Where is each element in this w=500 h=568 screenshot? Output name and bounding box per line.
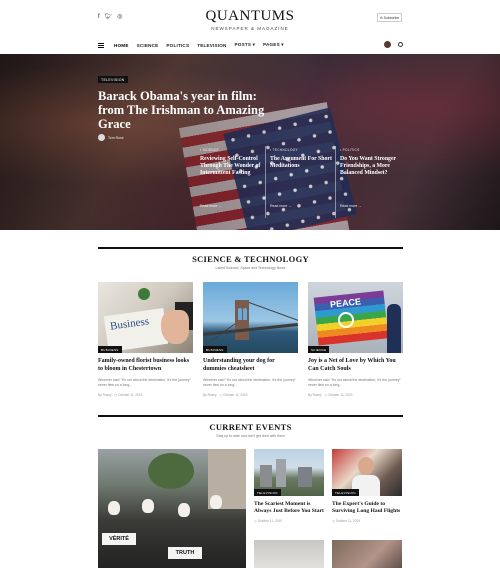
hero-author-name: Tom Rose (108, 135, 124, 140)
event-card[interactable] (254, 540, 324, 568)
article-meta: By Rosey ◷ October 11, 2019 (308, 393, 403, 397)
article-image[interactable]: BUSINESS (203, 282, 298, 353)
article-excerpt: Whoever said "It's not about the destina… (203, 378, 296, 387)
side-post-title[interactable]: Do You Want Stronger Friendships, a More… (340, 156, 402, 177)
side-divider (265, 146, 266, 218)
section-rule (98, 247, 403, 249)
hero-side-post[interactable]: • SCIENCE Reviewing Self-Control Through… (200, 148, 262, 208)
site-tagline: NEWSPAPER & MAGAZINE (211, 26, 289, 31)
article-title[interactable]: Joy is a Net of Love by Which You Can Ca… (308, 358, 403, 373)
clock-icon: ◷ (219, 393, 223, 397)
read-more-link[interactable]: Read more → (200, 204, 222, 208)
side-post-category: • TECHNOLOGY (270, 148, 298, 152)
article-card[interactable]: BUSINESS Understanding your dog for dumm… (203, 282, 298, 397)
clock-icon: ◷ (254, 519, 257, 523)
hero-author[interactable]: Tom Rose (98, 134, 124, 141)
side-post-category: • POLITICS (340, 148, 360, 152)
article-date: October 11, 2019 (223, 393, 248, 397)
article-image[interactable]: PEACE SCIENCE (308, 282, 403, 353)
event-image[interactable] (254, 540, 324, 568)
event-image[interactable]: TELEVISION (332, 449, 402, 496)
main-nav: HOME SCIENCE POLITICS TELEVISION POSTS ▾… (98, 38, 403, 52)
mask-figure (108, 501, 120, 515)
article-card[interactable]: Business BUSINESS Family-owned florist b… (98, 282, 193, 397)
clock-icon: ◷ (114, 393, 118, 397)
hero-side-post[interactable]: • TECHNOLOGY The Argument For Short Medi… (265, 146, 332, 218)
event-card[interactable] (332, 540, 402, 568)
section-heading: SCIENCE & TECHNOLOGY (192, 254, 309, 264)
nav-item-television[interactable]: TELEVISION (197, 43, 226, 48)
hero-featured[interactable]: TELEVISION Barack Obama's year in film: … (0, 54, 500, 230)
article-title[interactable]: Understanding your dog for dummies cheat… (203, 358, 298, 373)
site-logo[interactable]: QUANTUMS NEWSPAPER & MAGAZINE (0, 8, 500, 31)
article-meta: By Rosey ◷ October 11, 2019 (203, 393, 298, 397)
mask-figure (142, 499, 154, 513)
nav-item-pages[interactable]: PAGES ▾ (263, 42, 284, 48)
events-section-header: CURRENT EVENTS Stay up to date and don't… (98, 415, 403, 438)
site-name: QUANTUMS (205, 8, 295, 24)
author-avatar (98, 134, 105, 141)
event-meta: ◷ October 11, 2019 (332, 519, 402, 523)
nav-item-home[interactable]: HOME (114, 43, 129, 48)
menu-icon[interactable] (98, 42, 104, 48)
search-icon[interactable] (398, 42, 403, 47)
side-divider (335, 146, 336, 218)
side-post-category: • SCIENCE (200, 148, 219, 152)
article-title[interactable]: Family-owned florist business looks to b… (98, 358, 193, 373)
hero-category-badge[interactable]: TELEVISION (98, 76, 128, 83)
category-badge[interactable]: BUSINESS (203, 346, 227, 353)
clock-icon: ◷ (332, 519, 335, 523)
science-section-header: SCIENCE & TECHNOLOGY Latest Science, Spa… (98, 247, 403, 270)
read-more-link[interactable]: Read more → (270, 204, 292, 208)
article-excerpt: Whoever said "It's not about the destina… (308, 378, 401, 387)
mail-icon: ✉ (379, 15, 383, 20)
nav-item-science[interactable]: SCIENCE (137, 43, 159, 48)
nav-item-politics[interactable]: POLITICS (166, 43, 189, 48)
clock-icon: ◷ (324, 393, 328, 397)
side-post-title[interactable]: Reviewing Self-Control Through The Wonde… (200, 156, 262, 177)
mask-figure (210, 495, 222, 509)
event-card[interactable]: TELEVISION The Scariest Moment is Always… (254, 449, 324, 523)
read-more-link[interactable]: Read more → (340, 204, 362, 208)
event-date: October 11, 2019 (335, 519, 361, 523)
event-title[interactable]: The Scariest Moment is Always Just Befor… (254, 501, 324, 515)
event-image[interactable] (332, 540, 402, 568)
article-date: October 11, 2019 (118, 393, 143, 397)
user-avatar[interactable] (384, 41, 391, 48)
section-subheading: Latest Science, Space and Technology New… (215, 266, 286, 270)
article-card[interactable]: PEACE SCIENCE Joy is a Net of Love by Wh… (308, 282, 403, 397)
section-heading: CURRENT EVENTS (209, 422, 292, 432)
featured-event-image[interactable]: VÉRITÉ TRUTH (98, 449, 246, 568)
category-badge[interactable]: TELEVISION (254, 489, 281, 496)
nav-item-posts[interactable]: POSTS ▾ (235, 42, 256, 48)
subscribe-button[interactable]: ✉ Subscribe (377, 13, 402, 22)
section-rule (98, 415, 403, 417)
article-author[interactable]: By Rosey (308, 393, 322, 397)
hero-side-post[interactable]: • POLITICS Do You Want Stronger Friendsh… (335, 146, 402, 218)
article-author[interactable]: By Rosey (98, 393, 112, 397)
article-excerpt: Whoever said "It's not about the destina… (98, 378, 191, 387)
hero-title[interactable]: Barack Obama's year in film: from The Ir… (98, 89, 270, 131)
top-bar: f 🐦︎ ◎ QUANTUMS NEWSPAPER & MAGAZINE ✉ S… (0, 0, 500, 34)
side-post-title[interactable]: The Argument For Short Meditations (270, 156, 332, 170)
article-image[interactable]: Business BUSINESS (98, 282, 193, 353)
category-badge[interactable]: TELEVISION (332, 489, 359, 496)
category-badge[interactable]: SCIENCE (308, 346, 330, 353)
event-date: October 11, 2019 (257, 519, 283, 523)
article-date: October 11, 2019 (328, 393, 353, 397)
event-card[interactable]: TELEVISION The Expert's Guide to Survivi… (332, 449, 402, 523)
event-image[interactable]: TELEVISION (254, 449, 324, 496)
category-badge[interactable]: BUSINESS (98, 346, 122, 353)
protest-sign: TRUTH (168, 547, 202, 559)
article-author[interactable]: By Rosey (203, 393, 217, 397)
article-meta: By Rosey ◷ October 11, 2019 (98, 393, 193, 397)
subscribe-label: Subscribe (383, 15, 400, 20)
event-title[interactable]: The Expert's Guide to Surviving Long Hau… (332, 501, 402, 515)
mask-figure (178, 503, 190, 517)
protest-sign: VÉRITÉ (102, 533, 136, 545)
event-meta: ◷ October 11, 2019 (254, 519, 324, 523)
section-subheading: Stay up to date and don't get tired with… (216, 434, 285, 438)
